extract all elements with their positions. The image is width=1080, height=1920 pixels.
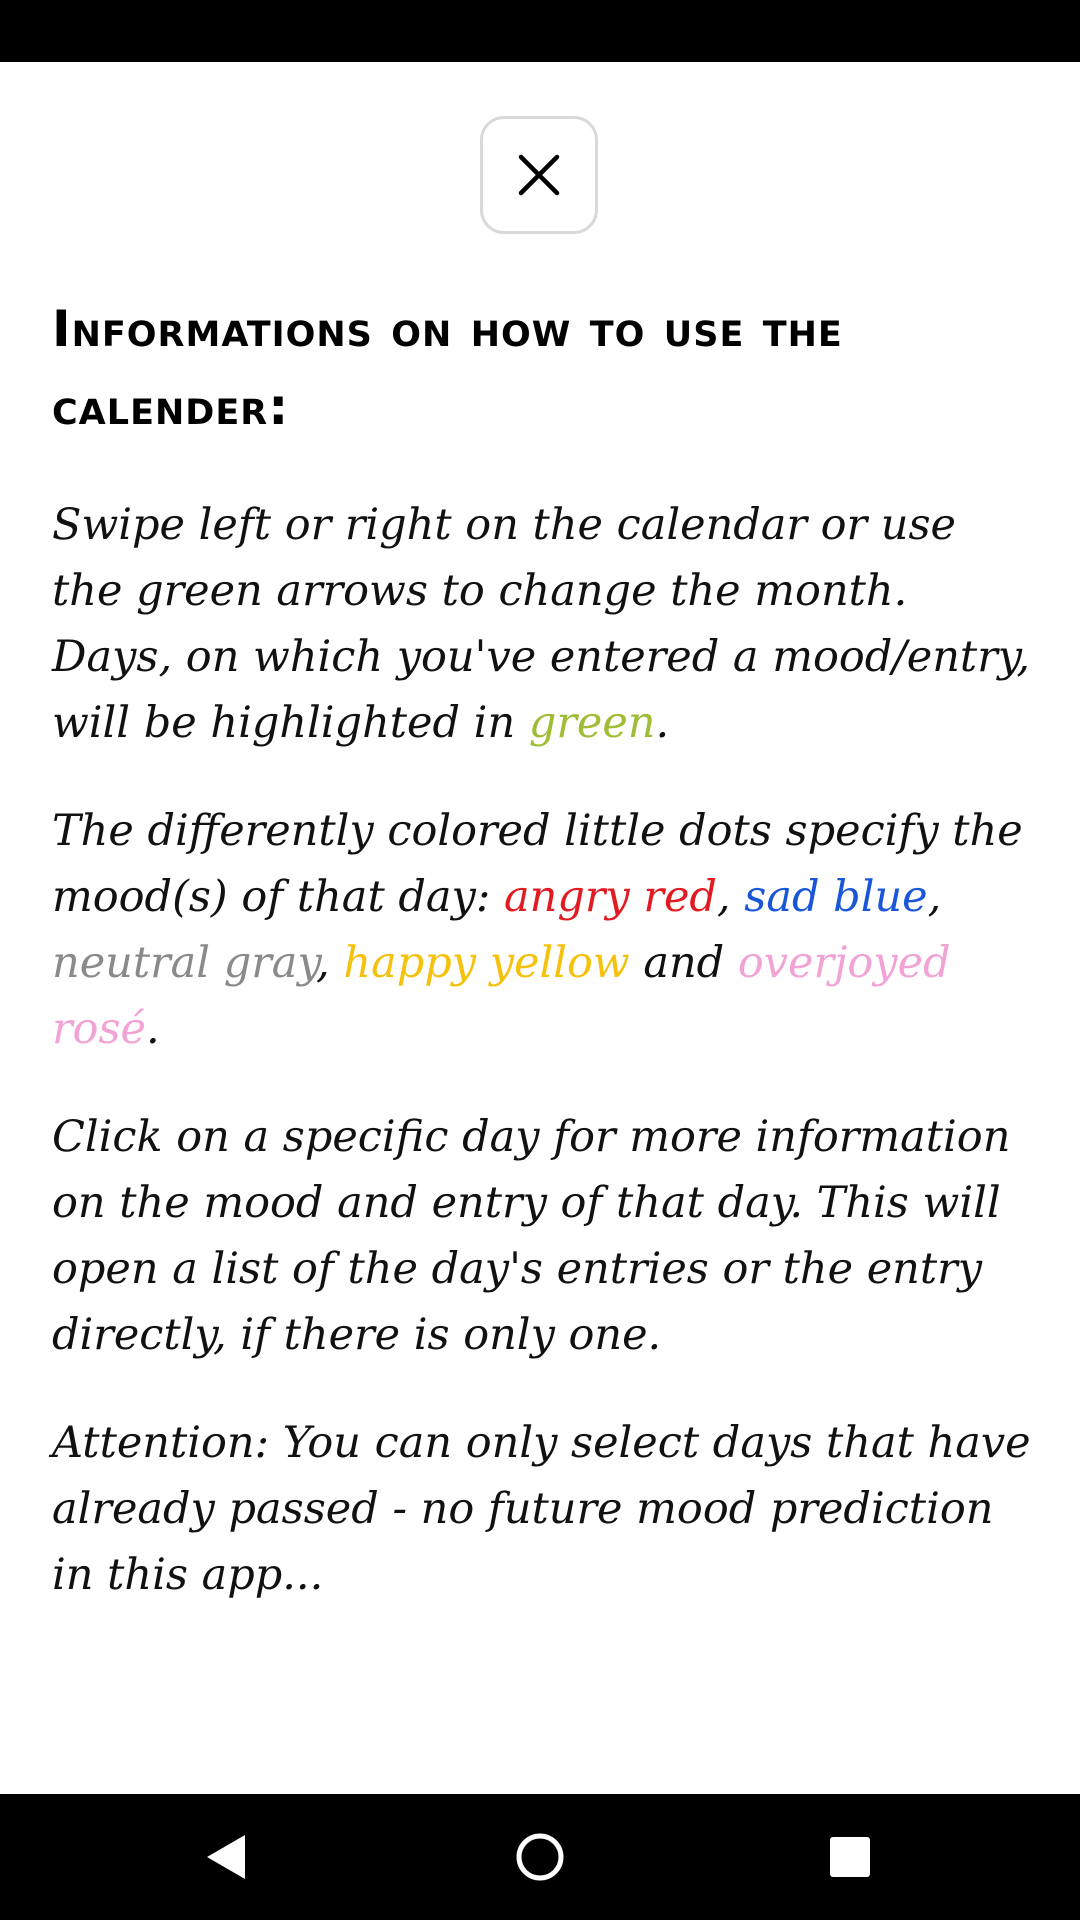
- status-bar: [0, 0, 1080, 62]
- mood-happy-yellow: happy yellow: [343, 938, 630, 988]
- navigation-bar: [0, 1794, 1080, 1920]
- mood-separator: and: [629, 938, 738, 988]
- mood-neutral-gray: neutral gray: [52, 938, 317, 988]
- info-content: Informations on how to use the calender:…: [52, 290, 1032, 1650]
- mood-separator: ,: [716, 872, 745, 922]
- back-button[interactable]: [146, 1794, 306, 1920]
- close-icon: [518, 154, 560, 196]
- info-screen: Informations on how to use the calender:…: [0, 0, 1080, 1920]
- close-button[interactable]: [480, 116, 598, 234]
- recents-icon: [830, 1837, 870, 1877]
- back-icon: [207, 1835, 245, 1879]
- paragraph-navigation-end: .: [655, 698, 670, 748]
- mood-sad-blue: sad blue: [744, 872, 928, 922]
- mood-angry-red: angry red: [504, 872, 717, 922]
- paragraph-day-details: Click on a specific day for more informa…: [52, 1112, 1011, 1360]
- paragraph-attention: Attention: You can only select days that…: [52, 1418, 1031, 1600]
- paragraph-mood-dots: The differently colored little dots spec…: [52, 798, 1032, 1062]
- mood-dots-end: .: [145, 1004, 160, 1054]
- recents-button[interactable]: [770, 1794, 930, 1920]
- page-title: Informations on how to use the calender:: [52, 300, 843, 436]
- mood-separator: ,: [316, 938, 344, 988]
- green-highlight-word: green: [528, 698, 656, 748]
- mood-separator: ,: [927, 872, 942, 922]
- paragraph-navigation: Swipe left or right on the calendar or u…: [52, 492, 1032, 756]
- home-icon: [516, 1833, 564, 1881]
- home-button[interactable]: [460, 1794, 620, 1920]
